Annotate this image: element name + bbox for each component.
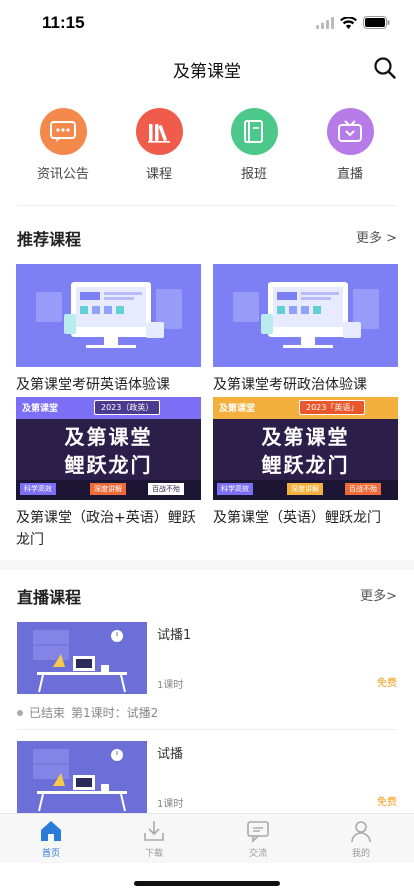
notebook-icon: [230, 108, 278, 155]
tab-discuss[interactable]: 交流: [228, 819, 288, 859]
battery-icon: [363, 14, 390, 33]
course-card[interactable]: 及第课堂 2023（政英） 及第课堂 鲤跃龙门 科学高效 深度讲解 百战不殆 及…: [16, 397, 201, 551]
status-bar: 11:15: [0, 0, 414, 46]
banner-badge: 百战不殆: [148, 483, 184, 495]
message-icon: [246, 819, 270, 843]
download-icon: [142, 819, 166, 843]
live-more-link[interactable]: 更多>: [360, 585, 397, 604]
tab-label: 我的: [351, 849, 370, 859]
live-item-hours: 1课时: [157, 799, 184, 810]
quick-menu-label: 直播: [336, 167, 363, 182]
tab-profile[interactable]: 我的: [331, 819, 391, 859]
course-card[interactable]: 及第课堂考研英语体验课: [16, 264, 201, 396]
live-title: 直播课程: [17, 588, 82, 607]
live-item-title: 试播1: [157, 628, 192, 643]
live-item-price: 免费: [377, 797, 397, 808]
search-button[interactable]: [373, 56, 397, 80]
quick-menu-label: 报班: [240, 167, 267, 182]
course-title: 及第课堂（政治+英语）鲤跃龙门: [16, 510, 196, 548]
banner-badge: 深度讲解: [287, 483, 323, 495]
nav-bar: 及第课堂: [0, 46, 414, 90]
live-item-status: 已结束 第1课时：试播2: [17, 704, 158, 721]
quick-menu-enroll[interactable]: 报班: [214, 108, 294, 182]
banner-tag: 2023（政英）: [94, 400, 161, 415]
tv-icon: [326, 108, 374, 155]
page-title: 及第课堂: [173, 62, 241, 82]
books-icon: [135, 108, 183, 155]
quick-menu-live[interactable]: 直播: [310, 108, 390, 182]
chat-bubble-icon: [39, 108, 87, 155]
banner-badge: 百战不殆: [345, 483, 381, 495]
search-icon: [374, 57, 396, 79]
divider: [17, 205, 397, 206]
quick-menu: 资讯公告 课程 报班 直播: [0, 108, 414, 188]
course-title: 及第课堂考研英语体验课: [16, 377, 170, 393]
tab-download[interactable]: 下载: [124, 819, 184, 859]
tab-bar: 首页 下载 交流 我的: [0, 813, 414, 863]
tab-label: 下载: [144, 849, 163, 859]
live-item-title: 试播: [157, 747, 184, 762]
status-time: 11:15: [42, 13, 85, 32]
recommended-title: 推荐课程: [17, 230, 82, 249]
banner-badge: 科学高效: [217, 483, 253, 495]
quick-menu-courses[interactable]: 课程: [119, 108, 199, 182]
live-thumbnail: [17, 622, 147, 694]
course-banner: 及第课堂 2023「英语」 及第课堂 鲤跃龙门 科学高效 深度讲解 百战不殆: [213, 397, 398, 500]
live-thumbnail: [17, 741, 147, 813]
course-card[interactable]: 及第课堂 2023「英语」 及第课堂 鲤跃龙门 科学高效 深度讲解 百战不殆 及…: [213, 397, 398, 529]
quick-menu-news[interactable]: 资讯公告: [23, 108, 103, 182]
signal-icon: [316, 14, 334, 33]
banner-badge: 科学高效: [20, 483, 56, 495]
wifi-icon: [340, 14, 357, 33]
tab-home[interactable]: 首页: [21, 819, 81, 859]
live-item[interactable]: 试播 1课时 免费: [17, 741, 397, 813]
banner-brand: 及第课堂: [22, 404, 59, 414]
course-thumbnail: [16, 264, 201, 367]
banner-badge: 深度讲解: [90, 483, 126, 495]
banner-heading: 及第课堂: [261, 425, 350, 449]
banner-brand: 及第课堂: [219, 404, 256, 414]
live-status-text: 已结束: [29, 706, 66, 720]
banner-tag: 2023「英语」: [299, 400, 366, 415]
tab-label: 首页: [41, 849, 60, 859]
recommended-more-link[interactable]: 更多 >: [356, 227, 397, 246]
course-banner: 及第课堂 2023（政英） 及第课堂 鲤跃龙门 科学高效 深度讲解 百战不殆: [16, 397, 201, 500]
banner-heading: 及第课堂: [64, 425, 153, 449]
course-thumbnail: [213, 264, 398, 367]
course-card[interactable]: 及第课堂考研政治体验课: [213, 264, 398, 396]
tab-label: 交流: [248, 849, 267, 859]
home-indicator: [134, 881, 280, 886]
quick-menu-label: 资讯公告: [36, 167, 89, 182]
quick-menu-label: 课程: [145, 167, 172, 182]
banner-subheading: 鲤跃龙门: [261, 453, 350, 477]
live-item-hours: 1课时: [157, 680, 184, 691]
home-icon: [39, 819, 63, 843]
section-separator: [0, 560, 414, 570]
divider: [17, 729, 397, 730]
banner-subheading: 鲤跃龙门: [64, 453, 153, 477]
user-icon: [349, 819, 373, 843]
status-dot-icon: [17, 709, 23, 716]
status-icons: [316, 14, 390, 33]
course-title: 及第课堂考研政治体验课: [213, 377, 367, 393]
live-lesson-text: 第1课时：试播2: [71, 706, 159, 720]
live-item-price: 免费: [377, 678, 397, 689]
live-item[interactable]: 试播1 1课时 免费 已结束 第1课时：试播2: [17, 622, 397, 732]
course-title: 及第课堂（英语）鲤跃龙门: [213, 510, 381, 526]
